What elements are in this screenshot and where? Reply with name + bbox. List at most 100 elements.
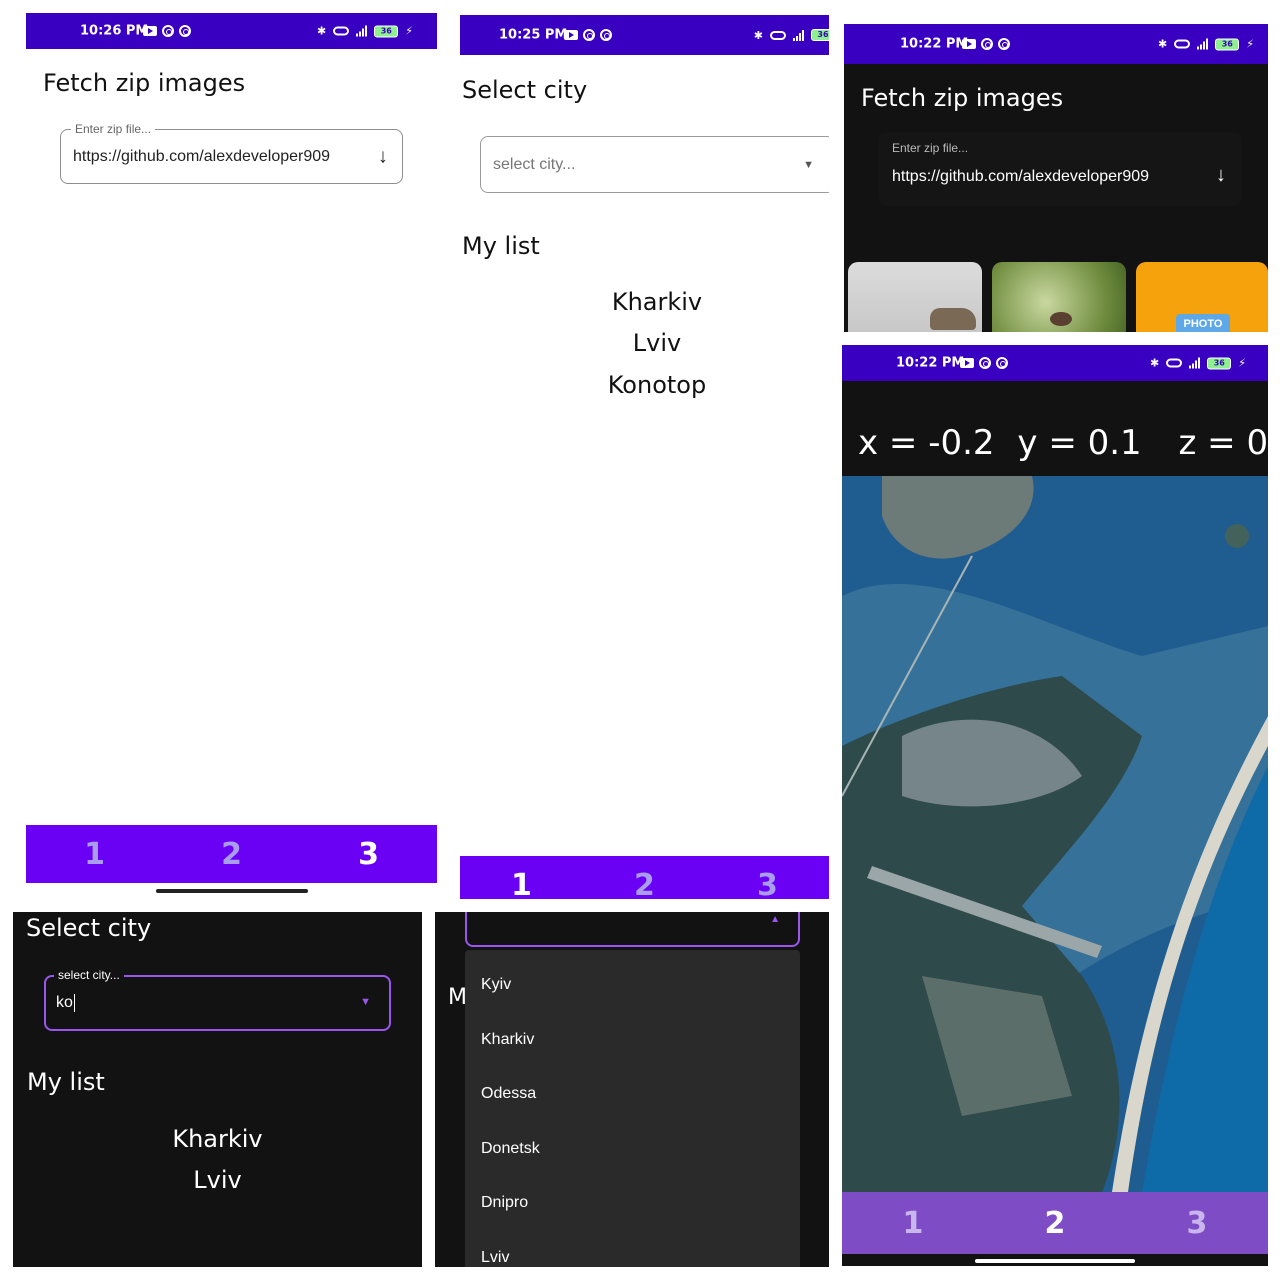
screen-city-light: 10:25 PM ✱ 36 Select city select city...…	[460, 15, 829, 899]
vibrate-icon	[333, 26, 350, 36]
nav-tab-3[interactable]: 3	[1127, 1206, 1268, 1241]
nav-tab-3[interactable]: 3	[707, 868, 829, 899]
signal-icon	[1197, 38, 1209, 50]
city-select-label: select city...	[54, 968, 124, 982]
city-select[interactable]: select city... ko ▼	[44, 968, 391, 1031]
nav-tab-2[interactable]: 2	[164, 837, 300, 872]
nav-tab-1[interactable]: 1	[461, 868, 583, 899]
city-select[interactable]: ▲	[465, 912, 800, 947]
vibrate-icon	[770, 30, 786, 40]
notification-icon	[162, 25, 174, 37]
youtube-icon	[960, 358, 974, 368]
bluetooth-icon: ✱	[1150, 356, 1160, 370]
signal-icon	[793, 29, 804, 41]
notification-icon	[583, 29, 595, 41]
nav-tab-2[interactable]: 2	[985, 1206, 1126, 1241]
bottom-nav: 1 2 3	[842, 1192, 1268, 1254]
small-island	[1225, 524, 1249, 548]
image-thumbnail[interactable]: PHOTO	[1136, 262, 1268, 332]
list-item: Kharkiv	[172, 1125, 263, 1153]
nav-tab-1[interactable]: 1	[843, 1206, 984, 1241]
image-thumbnail[interactable]	[848, 262, 982, 332]
elephant-figure	[930, 308, 976, 330]
nav-tab-2[interactable]: 2	[584, 868, 706, 899]
status-time: 10:22 PM	[896, 355, 965, 371]
status-bar: 10:26 PM ✱ 36 ⚡	[26, 13, 437, 49]
status-time: 10:26 PM	[80, 23, 149, 39]
screen-fetch-dark: 10:22 PM ✱ 36 ⚡ Fetch zip images Enter z…	[844, 24, 1268, 332]
page-title: Select city	[26, 914, 152, 942]
bluetooth-icon: ✱	[1158, 37, 1168, 51]
z-value: z = 0.2	[1178, 423, 1269, 463]
list-item: Lviv	[193, 1166, 242, 1194]
city-select-placeholder: select city...	[493, 155, 576, 173]
screen-dropdown-dark: ▲ M Kyiv Kharkiv Odessa Donetsk Dnipro L…	[435, 912, 829, 1267]
youtube-icon	[564, 30, 578, 40]
zip-url-value[interactable]: https://github.com/alexdeveloper909	[892, 168, 1149, 186]
zip-url-label: Enter zip file...	[892, 141, 969, 155]
vibrate-icon	[1166, 358, 1183, 368]
bottom-nav: 1 2 3	[26, 825, 437, 883]
photo-card: PHOTO	[1176, 314, 1230, 332]
bluetooth-icon: ✱	[753, 28, 763, 42]
status-bar: 10:22 PM ✱ 36 ⚡	[844, 24, 1268, 64]
sensor-readout: x = -0.2 y = 0.1 z = 0.2	[858, 423, 1268, 463]
dropdown-arrow-icon[interactable]: ▼	[803, 159, 814, 171]
list-item: Konotop	[607, 371, 707, 399]
y-value: y = 0.1	[1017, 423, 1142, 463]
nav-tab-1[interactable]: 1	[27, 837, 163, 872]
dropdown-option[interactable]: Dnipro	[481, 1194, 528, 1212]
battery-icon: 36	[811, 29, 829, 41]
zip-url-label: Enter zip file...	[71, 122, 156, 136]
home-indicator[interactable]	[156, 889, 308, 893]
youtube-icon	[962, 39, 976, 49]
list-item: Lviv	[632, 329, 682, 357]
bottom-nav: 1 2 3	[460, 856, 829, 899]
city-select-input[interactable]: ko	[56, 994, 75, 1012]
screen-sensor: 10:22 PM ✱ 36 ⚡ x = -0.2 y = 0.1 z = 0.2	[842, 345, 1268, 1266]
list-item: Kharkiv	[611, 288, 703, 316]
battery-icon: 36	[1207, 357, 1232, 369]
dropdown-option[interactable]: Kharkiv	[481, 1031, 534, 1049]
zip-url-field[interactable]: Enter zip file... https://github.com/ale…	[60, 122, 403, 184]
satellite-image	[842, 476, 1268, 1192]
dropdown-option[interactable]: Lviv	[481, 1249, 509, 1267]
notification-icon	[996, 357, 1008, 369]
charging-icon: ⚡	[1238, 356, 1246, 370]
notification-icon	[981, 38, 993, 50]
photo-label: PHOTO	[1183, 318, 1223, 330]
bird-figure	[1050, 312, 1072, 326]
home-indicator[interactable]	[975, 1259, 1135, 1263]
page-title: Fetch zip images	[43, 69, 246, 97]
x-value: x = -0.2	[858, 423, 995, 463]
screen-city-dark: Select city select city... ko ▼ My list …	[13, 912, 422, 1267]
nav-tab-3[interactable]: 3	[301, 837, 437, 872]
arrow-down-icon[interactable]: ↓	[378, 145, 388, 168]
screen-fetch-light: 10:26 PM ✱ 36 ⚡ Fetch zip images Enter z…	[26, 13, 437, 897]
arrow-down-icon[interactable]: ↓	[1216, 164, 1226, 187]
battery-icon: 36	[374, 25, 399, 37]
chevron-up-icon[interactable]: ▲	[770, 914, 780, 925]
page-title: Fetch zip images	[861, 84, 1064, 112]
page-title: Select city	[462, 76, 588, 104]
notification-icon	[979, 357, 991, 369]
notification-icon	[998, 38, 1010, 50]
image-thumbnail[interactable]	[992, 262, 1126, 332]
dropdown-option[interactable]: Donetsk	[481, 1140, 540, 1158]
city-select[interactable]: select city... ▼	[480, 136, 829, 193]
dropdown-option[interactable]: Kyiv	[481, 976, 511, 994]
zip-url-field[interactable]: Enter zip file... https://github.com/ale…	[878, 132, 1242, 206]
zip-url-value[interactable]: https://github.com/alexdeveloper909	[73, 148, 330, 166]
dropdown-arrow-icon[interactable]: ▼	[360, 996, 371, 1008]
battery-icon: 36	[1215, 38, 1240, 50]
signal-icon	[356, 25, 368, 37]
bluetooth-icon: ✱	[317, 24, 327, 38]
vibrate-icon	[1174, 39, 1191, 49]
charging-icon: ⚡	[1246, 37, 1254, 51]
notification-icon	[179, 25, 191, 37]
youtube-icon	[143, 26, 157, 36]
notification-icon	[600, 29, 612, 41]
status-time: 10:25 PM	[499, 27, 568, 43]
list-title: My list	[27, 1068, 105, 1096]
dropdown-option[interactable]: Odessa	[481, 1085, 536, 1103]
